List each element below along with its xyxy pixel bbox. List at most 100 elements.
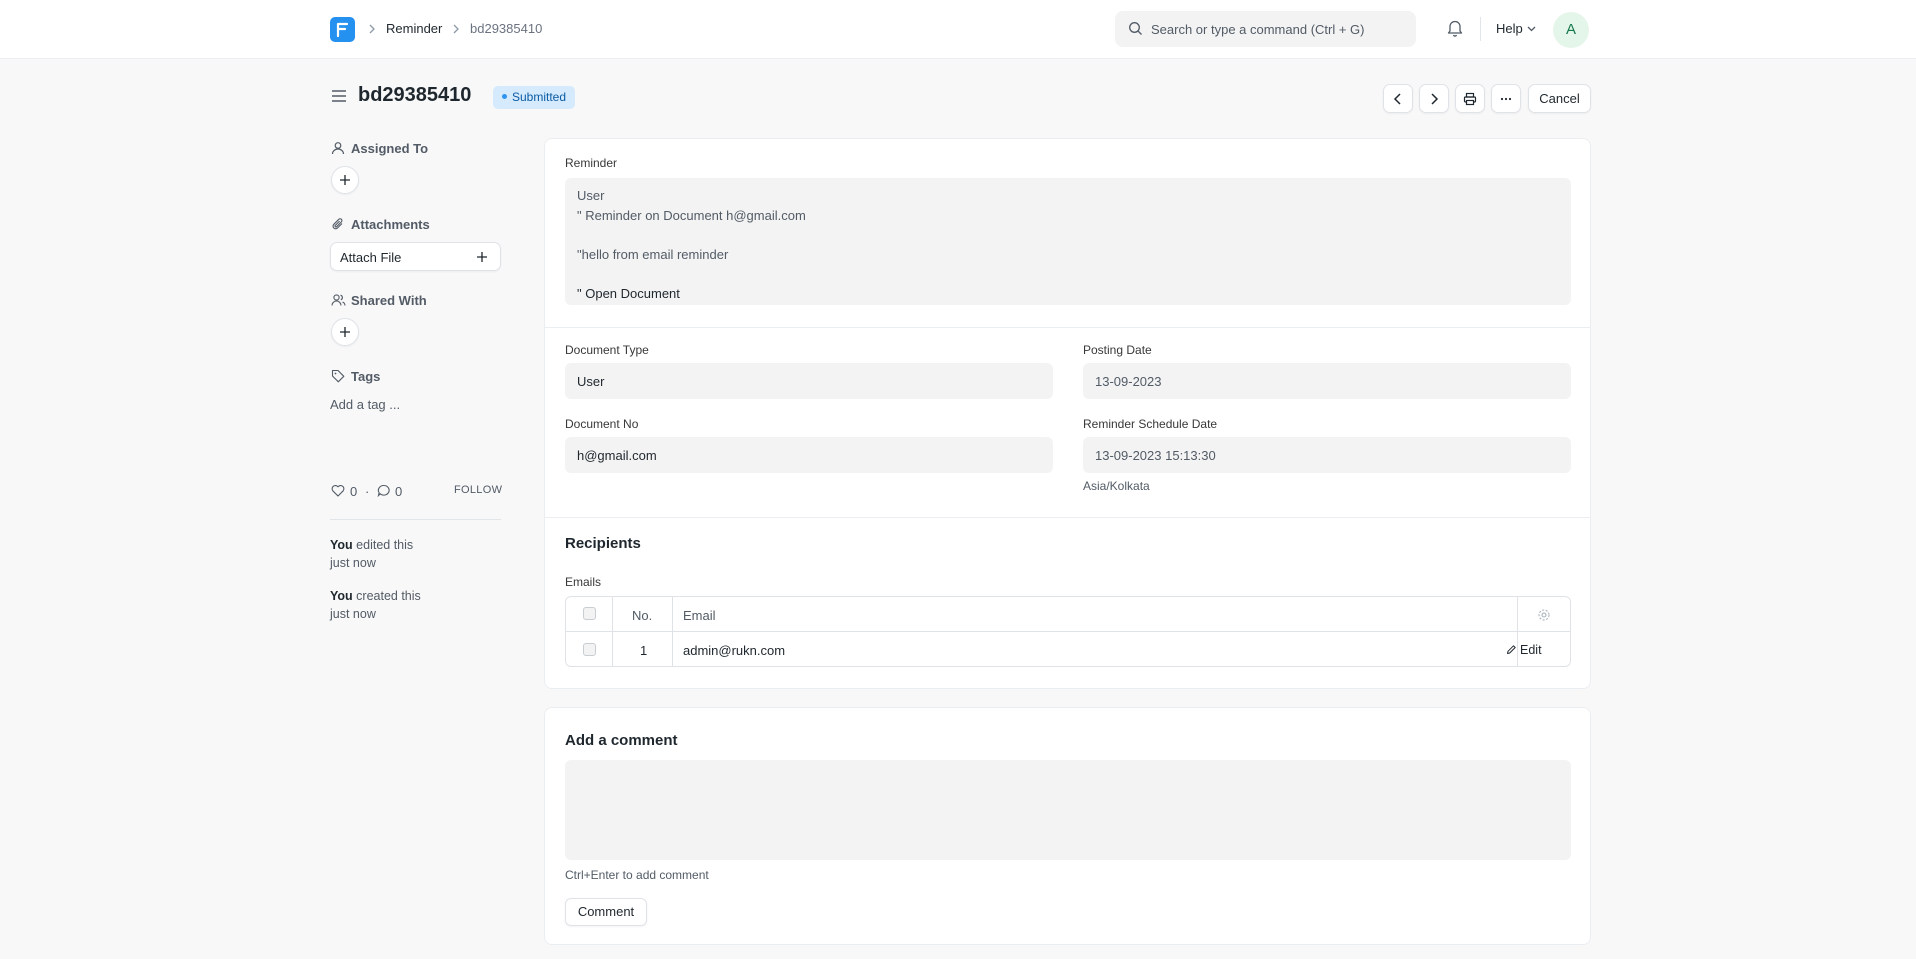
select-all-cell [566, 597, 613, 632]
add-assignee-button[interactable] [331, 166, 359, 194]
follow-button[interactable]: FOLLOW [454, 484, 502, 496]
edit-label: Edit [1520, 643, 1542, 657]
attach-file-button[interactable]: Attach File [330, 242, 501, 271]
tags-label: Tags [351, 369, 381, 384]
next-doc-button[interactable] [1419, 84, 1449, 113]
emails-table: No. Email 1 admin@rukn.com Edit [565, 596, 1571, 667]
section-divider [545, 517, 1590, 518]
schedule-date-label: Reminder Schedule Date [1083, 417, 1218, 431]
document-type-field[interactable]: User [565, 363, 1053, 399]
sidebar-toggle-icon[interactable] [331, 89, 347, 103]
row-email: admin@rukn.com [683, 643, 786, 658]
avatar[interactable]: A [1553, 12, 1589, 48]
chevron-down-icon [1527, 26, 1536, 32]
activity-time: just now [330, 556, 376, 570]
cancel-button[interactable]: Cancel [1528, 84, 1591, 113]
printer-icon [1463, 92, 1477, 106]
print-button[interactable] [1455, 84, 1485, 113]
sidebar-divider [330, 519, 501, 520]
edit-row-button[interactable]: Edit [1507, 643, 1542, 657]
row-checkbox[interactable] [583, 643, 596, 656]
bell-icon[interactable] [1446, 18, 1464, 38]
table-row[interactable]: 1 admin@rukn.com Edit [566, 632, 1570, 666]
chevron-right-icon [1431, 93, 1439, 105]
tag-icon [331, 369, 345, 383]
no-column-header: No. [632, 608, 653, 623]
breadcrumb-reminder[interactable]: Reminder [386, 21, 442, 36]
search-placeholder: Search or type a command (Ctrl + G) [1151, 22, 1365, 37]
activity-user: You [330, 538, 353, 552]
nav-divider [1480, 17, 1481, 41]
message-line: " Reminder on Document h@gmail.com [577, 208, 806, 223]
comment-icon[interactable] [377, 484, 391, 497]
row-no-cell: 1 [613, 632, 673, 666]
help-dropdown[interactable]: Help [1496, 21, 1523, 36]
add-tag-link[interactable]: Add a tag ... [330, 397, 400, 412]
more-horizontal-icon [1500, 97, 1512, 101]
chevron-left-icon [1393, 93, 1401, 105]
message-line: "hello from email reminder [577, 247, 729, 262]
add-share-button[interactable] [331, 318, 359, 346]
schedule-date-value: 13-09-2023 15:13:30 [1095, 448, 1216, 463]
row-number: 1 [640, 643, 648, 658]
activity-item: You created this just now [330, 587, 450, 623]
page-title: bd29385410 [358, 84, 472, 106]
user-icon [331, 142, 345, 155]
comment-hint: Ctrl+Enter to add comment [565, 868, 709, 882]
document-no-label: Document No [565, 417, 639, 431]
activity-time: just now [330, 607, 376, 621]
chevron-right-icon [369, 24, 375, 34]
plus-icon [340, 175, 350, 185]
app-logo[interactable] [330, 17, 355, 42]
open-document-link[interactable]: " Open Document [577, 286, 680, 301]
plus-icon [477, 252, 487, 262]
comments-count: 0 [395, 484, 403, 499]
message-line: User [577, 188, 605, 203]
comment-card: Add a comment Ctrl+Enter to add comment … [544, 707, 1591, 945]
section-divider [545, 327, 1590, 328]
document-no-field[interactable]: h@gmail.com [565, 437, 1053, 473]
breadcrumb-doc[interactable]: bd29385410 [470, 21, 542, 36]
frappe-logo-icon [336, 22, 349, 38]
activity-action: edited this [352, 538, 414, 552]
row-email-cell[interactable]: admin@rukn.com [673, 632, 1518, 666]
activity-action: created this [352, 589, 421, 603]
document-type-label: Document Type [565, 343, 649, 357]
reminder-message: User " Reminder on Document h@gmail.com … [565, 178, 1571, 305]
form-card: Reminder User " Reminder on Document h@g… [544, 138, 1591, 689]
users-icon [331, 294, 346, 306]
add-comment-heading: Add a comment [565, 732, 678, 749]
settings-icon[interactable] [1537, 608, 1551, 622]
search-input[interactable]: Search or type a command (Ctrl + G) [1115, 11, 1416, 47]
no-header-cell: No. [613, 597, 673, 632]
attachments-label: Attachments [351, 217, 430, 232]
status-badge: Submitted [493, 86, 576, 109]
document-no-value: h@gmail.com [577, 448, 657, 463]
comment-button[interactable]: Comment [565, 898, 647, 926]
posting-date-label: Posting Date [1083, 343, 1152, 357]
status-text: Submitted [512, 90, 567, 104]
select-all-checkbox[interactable] [583, 607, 596, 620]
plus-icon [340, 327, 350, 337]
email-column-header: Email [683, 608, 716, 623]
search-icon [1129, 22, 1142, 35]
attach-file-label: Attach File [340, 250, 402, 265]
reminder-label: Reminder [565, 156, 618, 170]
recipients-heading: Recipients [565, 535, 641, 552]
schedule-date-field[interactable]: 13-09-2023 15:13:30 [1083, 437, 1571, 473]
pencil-icon [1507, 645, 1516, 654]
shared-with-label: Shared With [351, 293, 427, 308]
prev-doc-button[interactable] [1383, 84, 1413, 113]
likes-count: 0 [350, 484, 358, 499]
emails-label: Emails [565, 575, 602, 589]
posting-date-field[interactable]: 13-09-2023 [1083, 363, 1571, 399]
assigned-to-label: Assigned To [351, 141, 429, 156]
comment-input[interactable] [565, 760, 1571, 860]
activity-item: You edited this just now [330, 536, 450, 572]
paperclip-icon [332, 218, 343, 230]
status-dot [502, 94, 507, 100]
row-select-cell [566, 632, 613, 666]
timezone-hint: Asia/Kolkata [1083, 479, 1150, 493]
heart-icon[interactable] [331, 484, 345, 497]
more-actions-button[interactable] [1491, 84, 1521, 113]
